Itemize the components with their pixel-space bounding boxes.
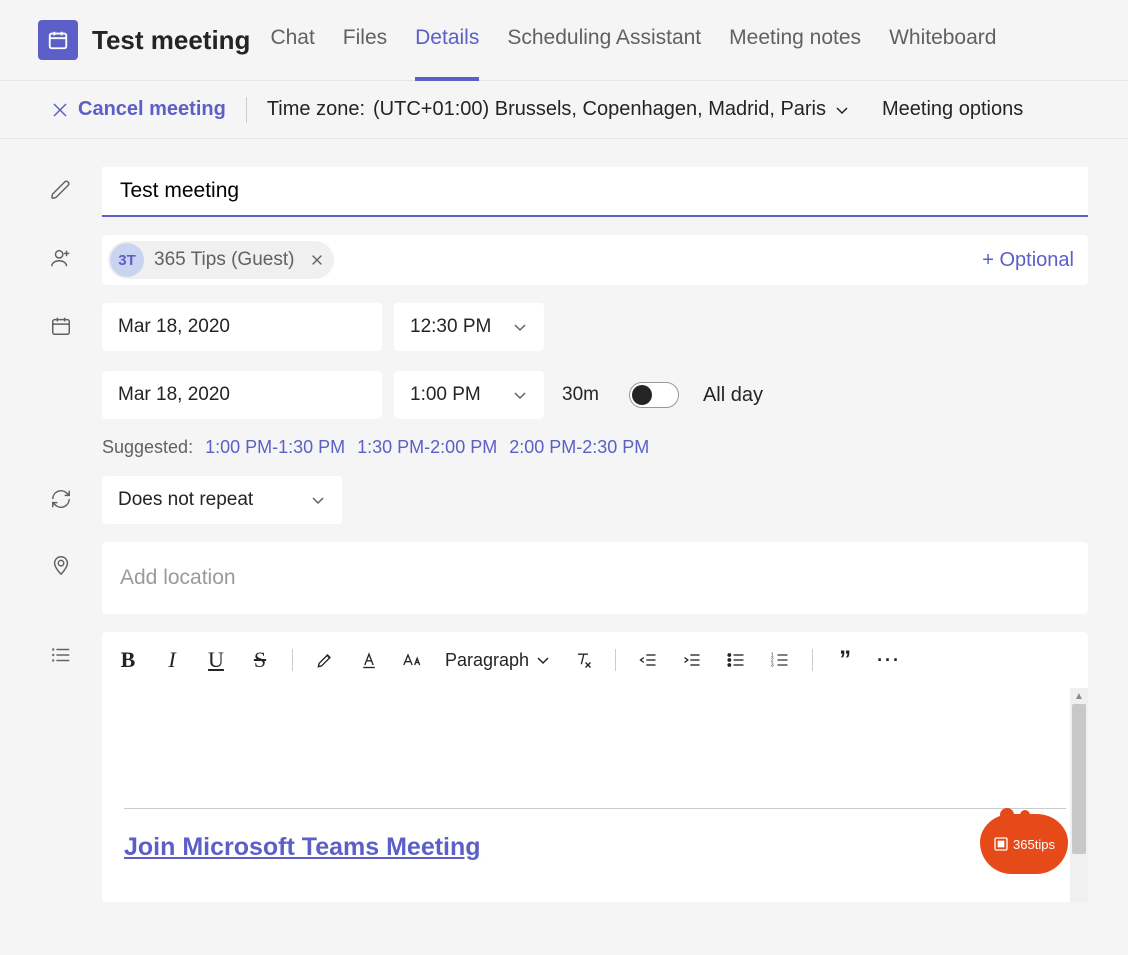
paragraph-style-dropdown[interactable]: Paragraph — [445, 646, 551, 674]
location-icon — [50, 542, 102, 576]
tab-scheduling-assistant[interactable]: Scheduling Assistant — [507, 0, 701, 81]
scroll-up-arrow[interactable]: ▲ — [1070, 688, 1088, 704]
calendar-icon — [50, 303, 102, 337]
timezone-value: (UTC+01:00) Brussels, Copenhagen, Madrid… — [373, 98, 826, 121]
repeat-value: Does not repeat — [118, 489, 253, 511]
start-time-field[interactable]: 12:30 PM — [394, 303, 544, 351]
chevron-down-icon — [310, 492, 326, 508]
meeting-form: 3T 365 Tips (Guest) + Optional Mar 18, 2… — [0, 139, 1128, 902]
chevron-down-icon — [512, 387, 528, 403]
suggested-label: Suggested: — [102, 437, 193, 458]
editor-body[interactable]: Join Microsoft Teams Meeting — [102, 688, 1088, 902]
numbered-list-button[interactable]: 123 — [768, 646, 792, 674]
bold-button[interactable]: B — [116, 646, 140, 674]
watermark-badge: 365tips — [980, 814, 1068, 874]
start-date-field[interactable]: Mar 18, 2020 — [102, 303, 382, 351]
avatar: 3T — [110, 243, 144, 277]
all-day-label: All day — [703, 384, 763, 407]
person-add-icon — [50, 235, 102, 269]
repeat-dropdown[interactable]: Does not repeat — [102, 476, 342, 524]
italic-button[interactable]: I — [160, 646, 184, 674]
cancel-meeting-label: Cancel meeting — [78, 98, 226, 121]
svg-text:3: 3 — [771, 663, 774, 669]
pencil-icon — [50, 167, 102, 201]
end-date-field[interactable]: Mar 18, 2020 — [102, 371, 382, 419]
meeting-options-button[interactable]: Meeting options — [882, 98, 1023, 121]
chevron-down-icon — [512, 319, 528, 335]
scroll-thumb[interactable] — [1072, 704, 1086, 854]
editor-toolbar: B I U S Paragraph — [102, 632, 1088, 688]
suggested-slot[interactable]: 1:30 PM-2:00 PM — [357, 437, 497, 458]
paragraph-label: Paragraph — [445, 650, 529, 671]
header-bar: Test meeting Chat Files Details Scheduli… — [0, 0, 1128, 81]
font-size-button[interactable] — [401, 646, 425, 674]
timezone-dropdown[interactable]: Time zone: (UTC+01:00) Brussels, Copenha… — [267, 98, 850, 121]
start-time-value: 12:30 PM — [410, 316, 491, 338]
bullet-list-button[interactable] — [724, 646, 748, 674]
tab-chat[interactable]: Chat — [270, 0, 314, 81]
tab-files[interactable]: Files — [343, 0, 387, 81]
strikethrough-button[interactable]: S — [248, 646, 272, 674]
description-icon — [50, 632, 102, 666]
underline-button[interactable]: U — [204, 646, 228, 674]
chevron-down-icon — [834, 102, 850, 118]
join-teams-meeting-link[interactable]: Join Microsoft Teams Meeting — [124, 833, 481, 861]
more-options-button[interactable]: ··· — [877, 646, 901, 674]
attendee-chip: 3T 365 Tips (Guest) — [108, 241, 334, 279]
attendee-name: 365 Tips (Guest) — [154, 249, 294, 271]
tab-whiteboard[interactable]: Whiteboard — [889, 0, 996, 81]
location-input[interactable] — [102, 542, 1088, 614]
remove-attendee-button[interactable] — [310, 253, 324, 267]
meeting-title-input[interactable] — [102, 167, 1088, 217]
separator — [292, 649, 293, 671]
close-icon — [52, 102, 68, 118]
action-bar: Cancel meeting Time zone: (UTC+01:00) Br… — [0, 81, 1128, 139]
tab-meeting-notes[interactable]: Meeting notes — [729, 0, 861, 81]
suggested-slot[interactable]: 2:00 PM-2:30 PM — [509, 437, 649, 458]
separator — [812, 649, 813, 671]
divider — [124, 808, 1066, 809]
repeat-icon — [50, 476, 102, 510]
indent-button[interactable] — [680, 646, 704, 674]
end-time-field[interactable]: 1:00 PM — [394, 371, 544, 419]
font-color-button[interactable] — [357, 646, 381, 674]
all-day-toggle[interactable] — [629, 382, 679, 408]
suggested-slot[interactable]: 1:00 PM-1:30 PM — [205, 437, 345, 458]
clear-formatting-button[interactable] — [571, 646, 595, 674]
watermark-text: 365tips — [1013, 837, 1055, 852]
add-optional-button[interactable]: + Optional — [982, 249, 1074, 272]
description-editor: B I U S Paragraph — [102, 632, 1088, 902]
tabs: Chat Files Details Scheduling Assistant … — [270, 0, 996, 81]
calendar-app-icon — [38, 20, 78, 60]
cancel-meeting-button[interactable]: Cancel meeting — [52, 98, 226, 121]
timezone-prefix: Time zone: — [267, 98, 365, 121]
editor-scrollbar[interactable]: ▲ — [1070, 688, 1088, 902]
page-title: Test meeting — [92, 25, 250, 56]
highlight-button[interactable] — [313, 646, 337, 674]
separator — [246, 97, 247, 123]
toggle-knob — [632, 385, 652, 405]
quote-button[interactable]: ” — [833, 646, 857, 674]
duration-label: 30m — [562, 384, 599, 406]
attendees-field[interactable]: 3T 365 Tips (Guest) + Optional — [102, 235, 1088, 285]
outdent-button[interactable] — [636, 646, 660, 674]
chevron-down-icon — [535, 652, 551, 668]
separator — [615, 649, 616, 671]
tab-details[interactable]: Details — [415, 0, 479, 81]
end-time-value: 1:00 PM — [410, 384, 481, 406]
